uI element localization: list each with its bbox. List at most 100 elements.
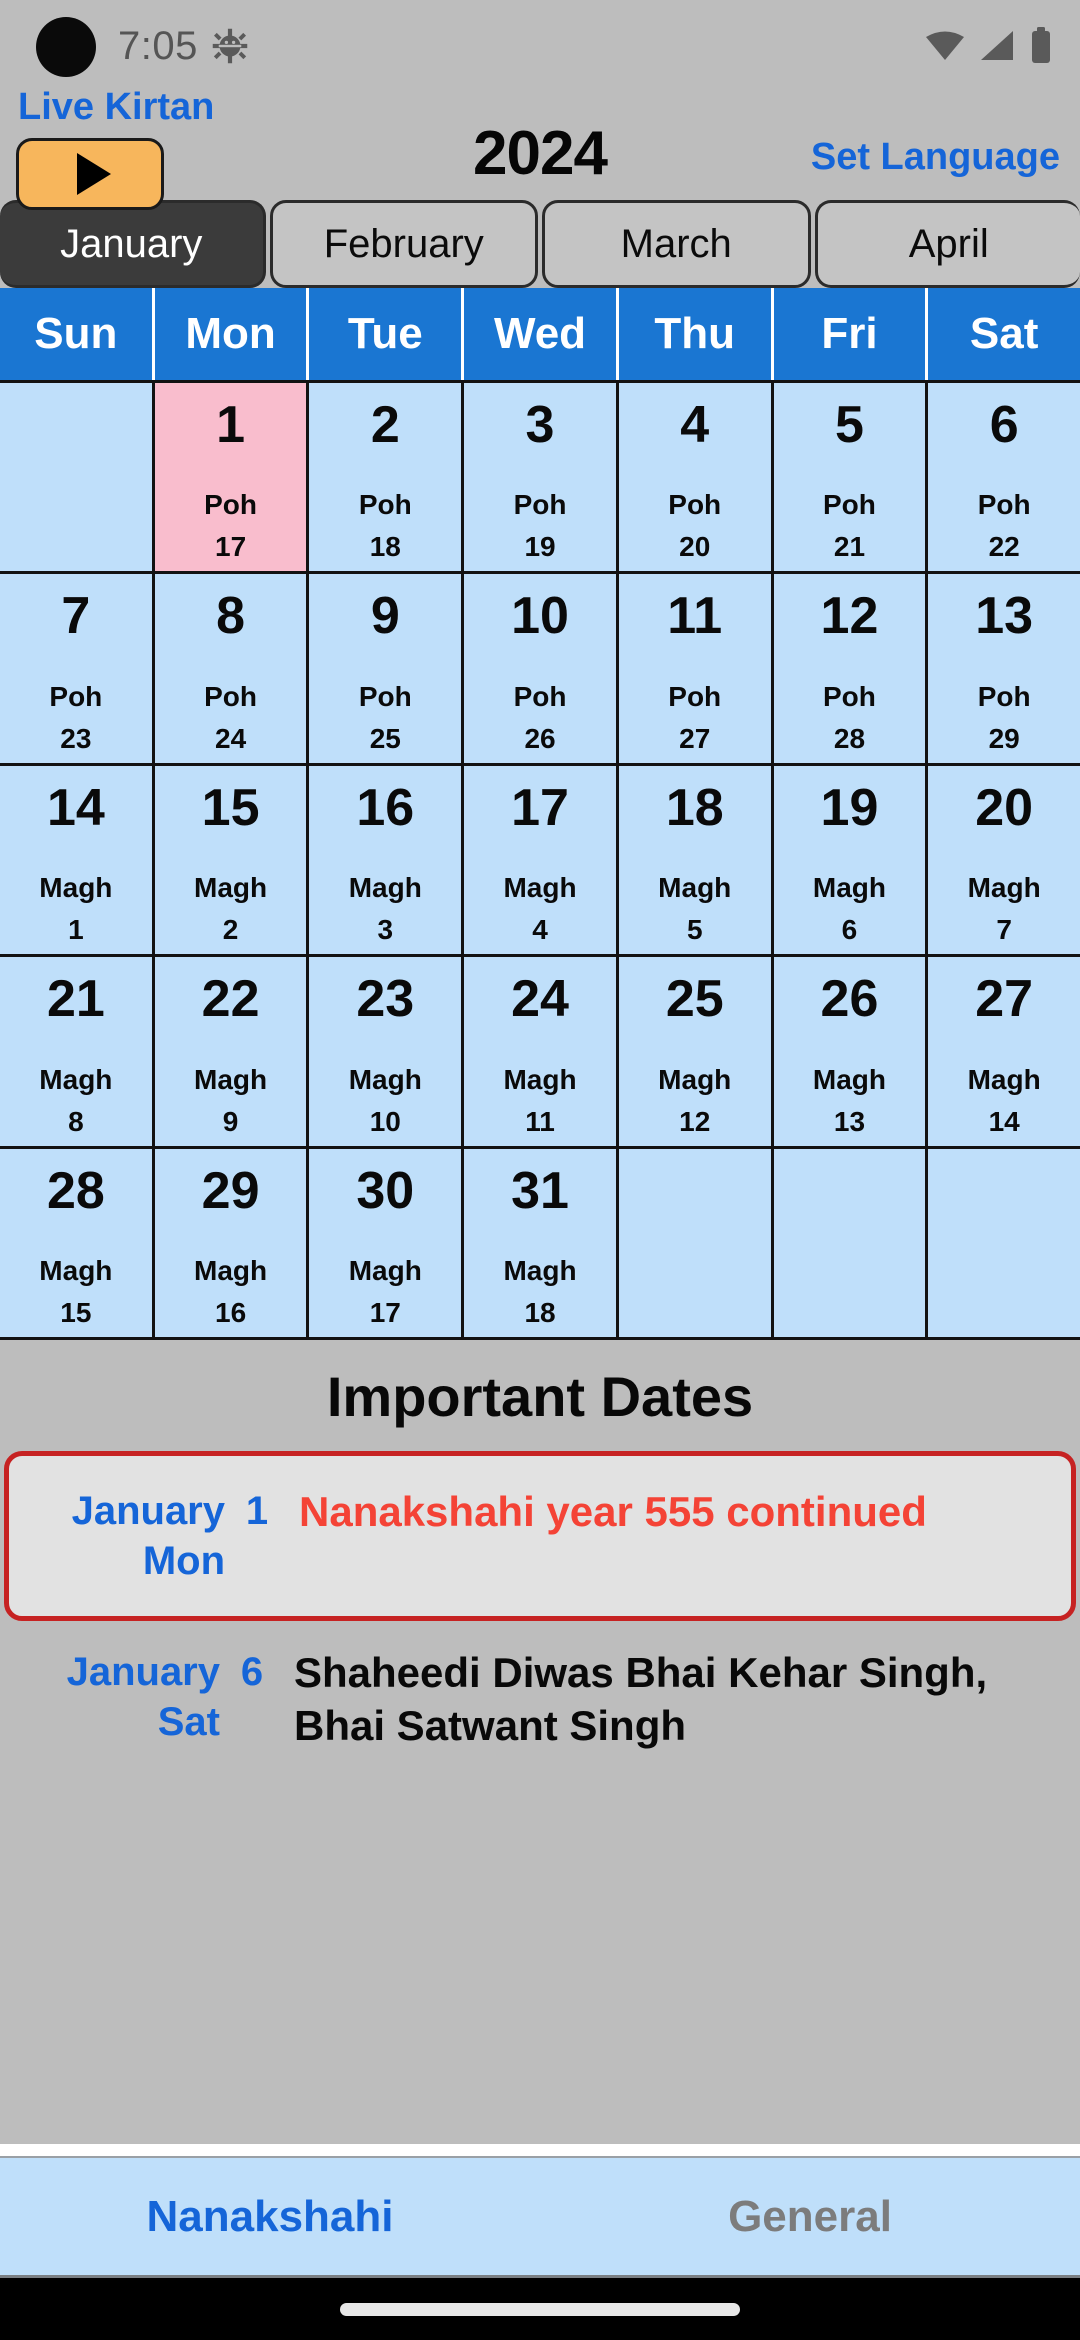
calendar-nanakshahi-day: 11 [525, 1105, 555, 1137]
calendar-day-cell[interactable]: 1 Poh 17 [154, 383, 310, 572]
calendar-nanakshahi-month: Poh [823, 680, 876, 712]
calendar-day-cell[interactable]: 15 Magh 2 [154, 765, 310, 955]
bottom-navigation-bar: Nanakshahi General [0, 2156, 1080, 2278]
calendar-day-cell[interactable]: 17 Magh 4 [464, 765, 619, 955]
calendar-day-number: 27 [975, 970, 1034, 1029]
calendar-nanakshahi-day: 4 [532, 914, 548, 946]
calendar-cell-empty [618, 1148, 774, 1338]
calendar-day-number: 9 [370, 587, 400, 646]
bug-icon [212, 28, 248, 64]
month-tab-march[interactable]: March [542, 200, 811, 288]
calendar-day-number: 13 [975, 587, 1034, 646]
weekday-sun: Sun [0, 288, 155, 380]
calendar-nanakshahi-month: Magh [194, 872, 268, 904]
calendar-nanakshahi-day: 18 [369, 531, 401, 563]
calendar-day-cell[interactable]: 8 Poh 24 [154, 574, 310, 763]
status-bar-left: 7:05 [118, 24, 248, 69]
calendar-cell-empty [773, 1148, 929, 1338]
calendar-day-number: 15 [201, 778, 260, 837]
weekday-thu: Thu [618, 288, 774, 380]
calendar-day-number: 30 [356, 1161, 415, 1220]
system-navigation-bar [0, 2278, 1080, 2340]
calendar-day-cell[interactable]: 18 Magh 5 [618, 765, 774, 955]
calendar-day-cell[interactable]: 14 Magh 1 [0, 765, 155, 955]
calendar-day-cell[interactable]: 10 Poh 26 [464, 574, 619, 763]
calendar-day-cell[interactable]: 3 Poh 19 [464, 383, 619, 572]
set-language-button[interactable]: Set Language [811, 136, 1060, 179]
weekday-tue: Tue [309, 288, 465, 380]
calendar-day-number: 21 [46, 970, 105, 1029]
event-description: Shaheedi Diwas Bhai Kehar Singh, Bhai Sa… [294, 1649, 988, 1749]
calendar-nanakshahi-day: 2 [222, 914, 239, 946]
calendar-day-number: 24 [511, 970, 569, 1029]
calendar-nanakshahi-month: Magh [503, 872, 577, 904]
calendar-day-number: 28 [46, 1161, 105, 1220]
calendar-day-cell[interactable]: 5 Poh 21 [773, 383, 929, 572]
calendar-day-cell[interactable]: 16 Magh 3 [309, 765, 465, 955]
calendar-nanakshahi-day: 6 [841, 914, 858, 946]
wifi-icon [924, 29, 966, 63]
calendar-day-cell[interactable]: 30 Magh 17 [309, 1148, 465, 1338]
calendar-day-cell[interactable]: 11 Poh 27 [618, 574, 774, 763]
weekday-header-row: Sun Mon Tue Wed Thu Fri Sat [0, 288, 1080, 380]
calendar-day-cell[interactable]: 25 Magh 12 [618, 957, 774, 1146]
calendar-nanakshahi-month: Magh [39, 872, 113, 904]
calendar-nanakshahi-day: 26 [524, 722, 556, 754]
calendar-day-cell[interactable]: 23 Magh 10 [309, 957, 465, 1146]
weekday-fri: Fri [773, 288, 929, 380]
home-indicator[interactable] [340, 2302, 740, 2316]
calendar-nanakshahi-month: Poh [358, 680, 412, 712]
calendar-day-cell[interactable]: 9 Poh 25 [309, 574, 465, 763]
important-date-item[interactable]: January Sat 6 Shaheedi Diwas Bhai Kehar Sin… [4, 1621, 1076, 1778]
calendar-day-cell[interactable]: 6 Poh 22 [928, 383, 1080, 572]
calendar-nanakshahi-day: 19 [524, 531, 556, 563]
calendar-nanakshahi-day: 18 [524, 1297, 556, 1329]
calendar-day-number: 20 [975, 778, 1034, 837]
month-tab-february[interactable]: February [269, 200, 538, 288]
calendar-day-cell[interactable]: 29 Magh 16 [154, 1148, 310, 1338]
event-day-number: 6 [240, 1650, 264, 1694]
calendar-nanakshahi-month: Poh [204, 489, 258, 521]
calendar-day-cell[interactable]: 13 Poh 29 [928, 574, 1080, 763]
calendar-day-cell[interactable]: 7 Poh 23 [0, 574, 155, 763]
calendar-nanakshahi-day: 27 [679, 722, 711, 754]
bottom-tab-nanakshahi[interactable]: Nanakshahi [0, 2158, 540, 2275]
calendar-nanakshahi-day: 13 [833, 1105, 866, 1137]
calendar-week-row: 1 Poh 17 2 Poh 18 3 Poh 19 4 Poh 20 5 Poh 21 6 Poh 22 [0, 383, 1080, 575]
month-tab-april[interactable]: April [814, 200, 1080, 288]
calendar-day-cell[interactable]: 22 Magh 9 [154, 957, 310, 1146]
calendar-nanakshahi-month: Magh [658, 1063, 732, 1095]
calendar-day-cell[interactable]: 12 Poh 28 [773, 574, 929, 763]
calendar-day-cell[interactable]: 28 Magh 15 [0, 1148, 155, 1338]
calendar-day-cell[interactable]: 31 Magh 18 [464, 1148, 619, 1338]
calendar-day-cell[interactable]: 2 Poh 18 [309, 383, 465, 572]
bottom-tab-general[interactable]: General [540, 2158, 1080, 2275]
calendar-nanakshahi-month: Magh [967, 872, 1041, 904]
calendar-nanakshahi-month: Poh [668, 489, 722, 521]
event-day-number: 1 [245, 1489, 269, 1533]
calendar-week-row: 7 Poh 23 8 Poh 24 9 Poh 25 10 Poh 26 11 Poh 27 12 Poh 28 1… [0, 574, 1080, 766]
status-bar-right [924, 0, 1052, 92]
calendar-nanakshahi-day: 20 [679, 531, 711, 563]
calendar-week-row: 28 Magh 15 29 Magh 16 30 Magh 17 31 Magh 18 [0, 1148, 1080, 1341]
calendar-day-cell[interactable]: 4 Poh 20 [618, 383, 774, 572]
calendar-day-cell[interactable]: 26 Magh 13 [773, 957, 929, 1146]
calendar-nanakshahi-month: Magh [658, 872, 732, 904]
status-bar-clock: 7:05 [118, 23, 198, 68]
calendar-nanakshahi-day: 24 [215, 722, 247, 754]
calendar-day-number: 10 [511, 587, 569, 646]
event-month: January [71, 1489, 225, 1533]
calendar-day-cell[interactable]: 24 Magh 11 [464, 957, 619, 1146]
app-header: Live Kirtan 2024 Set Language [0, 86, 1080, 210]
important-date-item[interactable]: January Mon 1 Nanakshahi year 555 continued [4, 1451, 1076, 1621]
calendar-nanakshahi-day: 5 [686, 914, 703, 946]
calendar-day-cell[interactable]: 20 Magh 7 [928, 765, 1080, 955]
calendar-day-cell[interactable]: 19 Magh 6 [773, 765, 929, 955]
calendar-day-cell[interactable]: 21 Magh 8 [0, 957, 155, 1146]
calendar-day-number: 18 [665, 778, 724, 837]
month-tab-january[interactable]: January [0, 200, 266, 288]
calendar-nanakshahi-day: 14 [988, 1105, 1020, 1137]
calendar-day-cell[interactable]: 27 Magh 14 [928, 957, 1080, 1146]
calendar-nanakshahi-month: Magh [194, 1063, 268, 1095]
calendar-nanakshahi-month: Magh [39, 1255, 113, 1287]
